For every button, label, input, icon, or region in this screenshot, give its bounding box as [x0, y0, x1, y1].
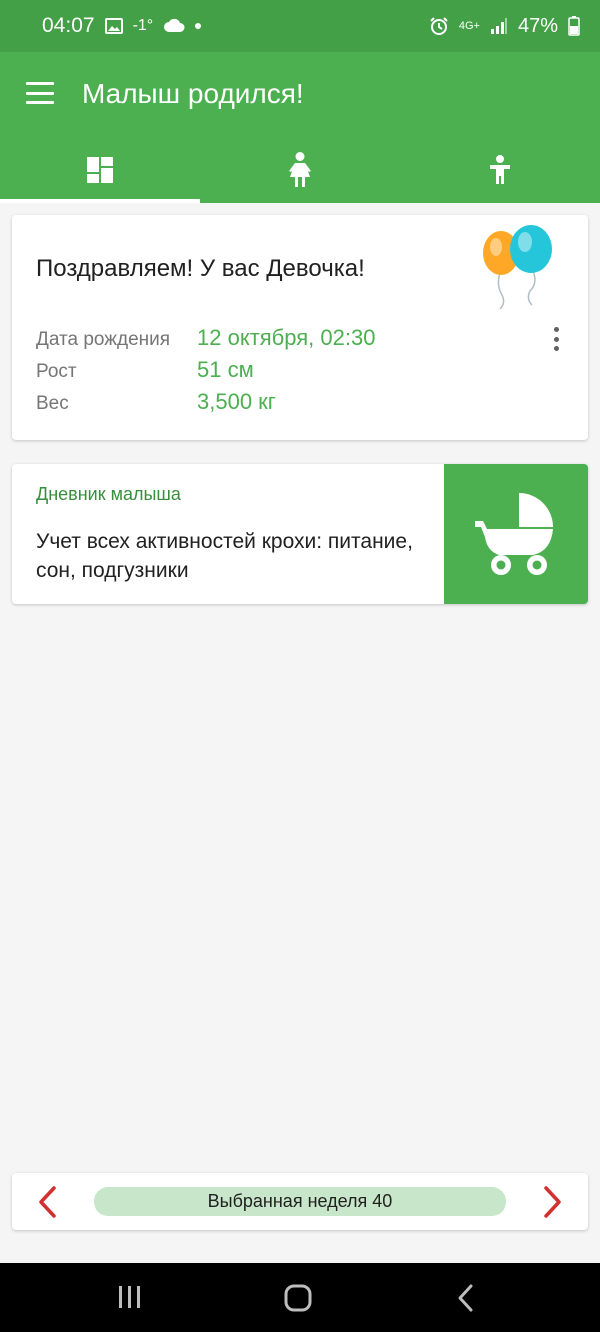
dashboard-icon — [87, 157, 113, 183]
tab-bar — [0, 137, 600, 203]
info-row-weight: Вес 3,500 кг — [36, 389, 375, 421]
battery-icon — [568, 16, 580, 36]
chevron-right-icon[interactable] — [540, 1185, 566, 1219]
selected-week-label: Выбранная неделя 40 — [94, 1187, 506, 1216]
more-options-icon[interactable] — [552, 327, 560, 351]
week-selector: Выбранная неделя 40 — [12, 1173, 588, 1230]
info-value: 51 см — [197, 357, 254, 382]
status-bar: 04:07 -1° 4G+ 47% — [0, 0, 600, 52]
diary-title: Дневник малыша — [36, 484, 181, 504]
tab-dashboard[interactable] — [0, 137, 200, 203]
girl-icon — [289, 152, 311, 187]
tab-girl[interactable] — [200, 137, 400, 203]
birth-card: Поздравляем! У вас Девочка! Дата рождени… — [12, 215, 588, 440]
info-row-height: Рост 51 см — [36, 357, 375, 389]
dot-icon — [195, 23, 202, 29]
diary-card[interactable]: Дневник малыша Учет всех активностей кро… — [12, 464, 588, 604]
diary-thumbnail — [444, 464, 588, 604]
tab-child[interactable] — [400, 137, 600, 203]
network-type: 4G+ — [458, 20, 480, 32]
stroller-icon — [475, 493, 553, 575]
status-temperature: -1° — [132, 17, 154, 34]
diary-description: Учет всех активностей крохи: питание, со… — [36, 530, 413, 582]
info-value: 3,500 кг — [197, 389, 276, 414]
page-title: Малыш родился! — [82, 78, 304, 109]
recent-apps-icon[interactable] — [116, 1283, 144, 1311]
info-label: Дата рождения — [36, 329, 171, 350]
back-icon[interactable] — [454, 1283, 478, 1313]
info-row-date: Дата рождения 12 октября, 02:30 — [36, 325, 375, 357]
info-label: Рост — [36, 361, 77, 382]
system-nav-bar — [0, 1263, 600, 1332]
signal-icon — [490, 18, 507, 34]
menu-icon[interactable] — [26, 82, 54, 104]
image-icon — [104, 18, 123, 34]
home-icon[interactable] — [283, 1283, 313, 1313]
child-icon — [490, 155, 510, 184]
cloud-icon — [164, 18, 185, 32]
alarm-icon — [430, 17, 448, 35]
balloons-icon — [483, 225, 552, 310]
info-label: Вес — [36, 393, 69, 414]
battery-percent: 47% — [517, 14, 558, 37]
chevron-left-icon[interactable] — [34, 1185, 60, 1219]
congrats-text: Поздравляем! У вас Девочка! — [36, 255, 365, 282]
status-time: 04:07 — [42, 14, 95, 37]
app-bar: Малыш родился! — [0, 52, 600, 203]
info-value: 12 октября, 02:30 — [197, 325, 376, 350]
birth-info: Дата рождения 12 октября, 02:30 Рост 51 … — [36, 325, 375, 421]
